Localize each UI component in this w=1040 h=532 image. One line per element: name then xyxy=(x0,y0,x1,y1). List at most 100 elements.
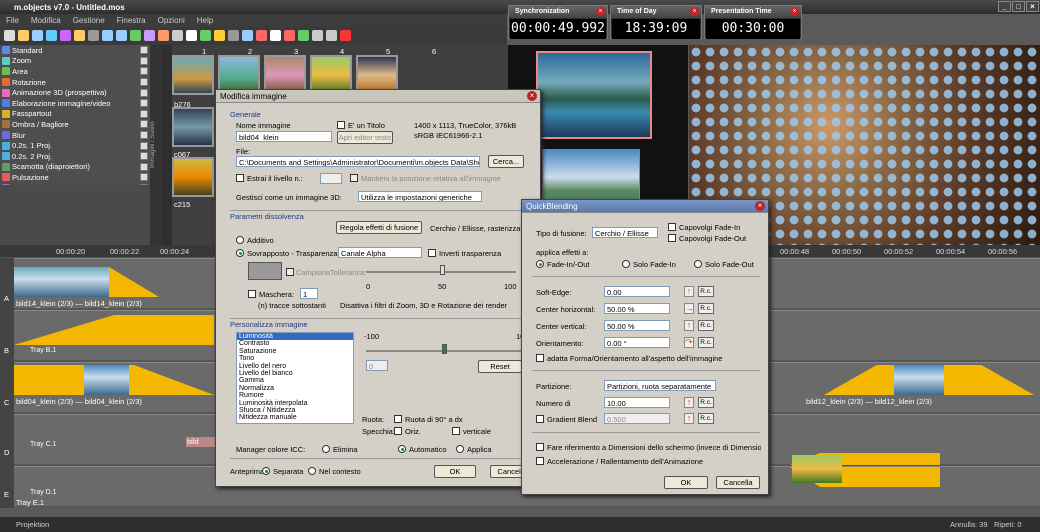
menu-finestra[interactable]: Finestra xyxy=(117,16,146,27)
toolbar-icon[interactable] xyxy=(116,30,127,41)
up-arrow-icon[interactable]: ↑ xyxy=(684,397,694,408)
file-path-input[interactable]: C:\Documents and Settings\Administrator\… xyxy=(236,156,480,167)
menu-opzioni[interactable]: Opzioni xyxy=(158,16,185,27)
minimize-button[interactable]: _ xyxy=(998,1,1011,12)
toolbar-icon[interactable] xyxy=(130,30,141,41)
effect-edit-icon[interactable] xyxy=(140,88,148,97)
effect-item[interactable]: Ombra / Bagliore xyxy=(0,119,150,130)
additive-radio[interactable] xyxy=(236,236,244,244)
toolbar-icon[interactable] xyxy=(298,30,309,41)
clip-image[interactable] xyxy=(792,455,842,483)
clip-image[interactable] xyxy=(84,365,129,395)
toolbar-icon[interactable] xyxy=(200,30,211,41)
toolbar-icon[interactable] xyxy=(18,30,29,41)
adjust-item[interactable]: Contrasto xyxy=(237,340,353,347)
ok-button[interactable]: OK xyxy=(664,476,708,489)
extract-layer-checkbox[interactable] xyxy=(236,174,244,182)
flip-fadeout-checkbox[interactable] xyxy=(668,234,676,242)
color-swatch[interactable] xyxy=(248,262,282,280)
mirror-v-checkbox[interactable] xyxy=(452,427,460,435)
toolbar-icon[interactable] xyxy=(32,30,43,41)
thumbnail[interactable] xyxy=(172,107,214,147)
rc-button[interactable]: R.c. xyxy=(698,286,714,297)
maximize-button[interactable]: □ xyxy=(1012,1,1025,12)
rc-button[interactable]: R.c. xyxy=(698,320,714,331)
effect-item[interactable]: Standard xyxy=(0,45,150,56)
rc-button[interactable]: R.c. xyxy=(698,397,714,408)
toolbar-icon[interactable] xyxy=(242,30,253,41)
3d-mode-select[interactable]: Utilizza le impostazioni generiche xyxy=(358,191,482,202)
overlay-radio[interactable] xyxy=(236,249,244,257)
ok-button[interactable]: OK xyxy=(434,465,476,478)
up-arrow-icon[interactable]: ↑ xyxy=(684,413,694,424)
open-text-editor-button[interactable]: Apri editor testo xyxy=(337,131,393,144)
fade-out-only-radio[interactable] xyxy=(694,260,702,268)
invert-checkbox[interactable] xyxy=(428,249,436,257)
preview-separate-radio[interactable] xyxy=(262,467,270,475)
mirror-h-checkbox[interactable] xyxy=(394,427,402,435)
effect-edit-icon[interactable] xyxy=(140,56,148,65)
fade-in-only-radio[interactable] xyxy=(622,260,630,268)
cancel-button[interactable]: Cancella xyxy=(716,476,760,489)
reset-button[interactable]: Reset xyxy=(478,360,522,373)
icc-apply-radio[interactable] xyxy=(456,445,464,453)
adjust-item[interactable]: Nitidezza manuale xyxy=(237,414,353,421)
toolbar-icon[interactable] xyxy=(270,30,281,41)
adjust-item[interactable]: Luminosità xyxy=(237,333,353,341)
effect-item[interactable]: Blur xyxy=(0,130,150,141)
toolbar-icon[interactable] xyxy=(228,30,239,41)
partition-select[interactable]: Partizioni, ruota separatamente xyxy=(604,380,716,391)
effect-edit-icon[interactable] xyxy=(140,78,148,87)
close-button[interactable]: × xyxy=(1026,1,1039,12)
effect-item[interactable]: Area xyxy=(0,66,150,77)
adjust-item[interactable]: Normalizza xyxy=(237,385,353,392)
fade-ramp[interactable] xyxy=(109,267,159,297)
fade-inout-radio[interactable] xyxy=(536,260,544,268)
effect-item[interactable]: Fasspartout xyxy=(0,109,150,120)
rc-button[interactable]: R.c. xyxy=(698,413,714,424)
effect-edit-icon[interactable] xyxy=(140,152,148,161)
clock-synchronization[interactable]: Synchronization × 00:00:49.992 xyxy=(508,5,608,39)
adjust-item[interactable]: Saturazione xyxy=(237,348,353,355)
gradient-blend-checkbox[interactable] xyxy=(536,415,544,423)
blend-effects-button[interactable]: Regola effetti di fusione xyxy=(336,221,422,234)
menu-gestione[interactable]: Gestione xyxy=(73,16,105,27)
close-icon[interactable]: × xyxy=(596,7,605,16)
adjust-item[interactable]: Luminosità interpolata xyxy=(237,400,353,407)
mask-checkbox[interactable] xyxy=(248,290,256,298)
keep-position-checkbox[interactable] xyxy=(350,174,358,182)
toolbar-icon[interactable] xyxy=(172,30,183,41)
close-icon[interactable]: × xyxy=(690,7,699,16)
thumb-scrollbar[interactable] xyxy=(162,45,172,245)
rotate-icon[interactable]: ↷ xyxy=(684,337,694,348)
adjust-item[interactable]: Livello del bianco xyxy=(237,370,353,377)
gradient-input[interactable]: 0.500 xyxy=(604,413,670,424)
browse-button[interactable]: Cerca... xyxy=(488,155,524,168)
adjust-item[interactable]: Livello del nero xyxy=(237,363,353,370)
up-arrow-icon[interactable]: ↑ xyxy=(684,286,694,297)
close-icon[interactable]: × xyxy=(755,201,765,211)
toolbar-icon[interactable] xyxy=(158,30,169,41)
effect-edit-icon[interactable] xyxy=(140,162,148,171)
clip-image[interactable] xyxy=(14,267,109,297)
name-input[interactable]: bild04_klein xyxy=(236,131,332,142)
effect-edit-icon[interactable] xyxy=(140,173,148,182)
toolbar-icon[interactable] xyxy=(186,30,197,41)
toolbar-icon[interactable] xyxy=(256,30,267,41)
preview-context-radio[interactable] xyxy=(308,467,316,475)
toolbar-icon[interactable] xyxy=(4,30,15,41)
effect-item[interactable]: Zoom xyxy=(0,56,150,67)
effect-edit-icon[interactable] xyxy=(140,109,148,118)
icc-remove-radio[interactable] xyxy=(322,445,330,453)
effect-item[interactable]: Animazione 3D (prospettiva) xyxy=(0,87,150,98)
blend-type-select[interactable]: Cerchio / Ellisse xyxy=(592,227,658,238)
menu-modifica[interactable]: Modifica xyxy=(31,16,61,27)
adapt-shape-checkbox[interactable] xyxy=(536,354,544,362)
adjust-item[interactable]: Sfuoca / Nitidezza xyxy=(237,407,353,414)
toolbar-icon[interactable] xyxy=(326,30,337,41)
adjust-item[interactable]: Rumore xyxy=(237,392,353,399)
rc-button[interactable]: R.c. xyxy=(698,337,714,348)
toolbar-icon[interactable] xyxy=(46,30,57,41)
menu-help[interactable]: Help xyxy=(197,16,213,27)
param-input[interactable]: 0.00 ° xyxy=(604,337,670,348)
